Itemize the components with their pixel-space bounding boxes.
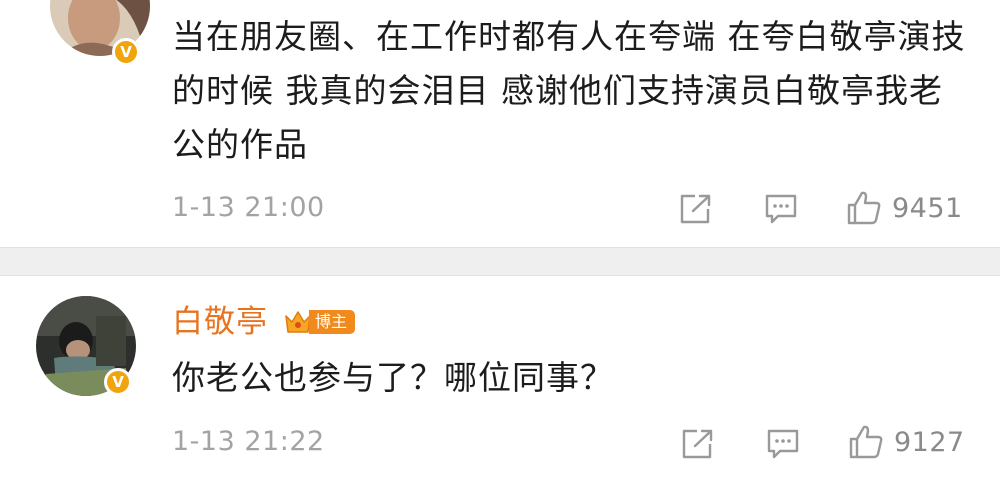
- share-icon: [682, 429, 713, 459]
- avatar[interactable]: V: [36, 296, 136, 396]
- blogger-tag-label: 博主: [309, 310, 356, 334]
- comment-button[interactable]: [766, 428, 800, 460]
- comment-text: 你老公也参与了？哪位同事？: [172, 358, 614, 397]
- comment-timestamp: 1-13 21:00: [172, 192, 325, 223]
- verified-badge-icon: V: [104, 368, 132, 396]
- share-icon: [680, 194, 711, 224]
- verified-badge-icon: V: [112, 38, 140, 66]
- avatar[interactable]: V: [50, 0, 150, 66]
- share-button[interactable]: [679, 193, 713, 225]
- comment-icon: [765, 194, 797, 224]
- like-count: 9451: [892, 192, 963, 224]
- comment-username[interactable]: 白敬亭: [172, 296, 268, 341]
- comment-item: V 当在朋友圈、在工作时都有人在夸端 在夸白敬亭演技的时候 我真的会泪目 感谢他…: [0, 0, 1000, 247]
- comment-text: 当在朋友圈、在工作时都有人在夸端 在夸白敬亭演技的时候 我真的会泪目 感谢他们支…: [172, 17, 966, 164]
- blogger-tag: 博主: [283, 308, 356, 336]
- comment-icon: [767, 429, 799, 459]
- share-button[interactable]: [681, 428, 715, 460]
- comment-button[interactable]: [764, 193, 798, 225]
- like-button[interactable]: 9127: [848, 424, 965, 460]
- like-count: 9127: [894, 426, 965, 458]
- thumbs-up-icon: [847, 191, 881, 225]
- like-button[interactable]: 9451: [846, 190, 963, 226]
- thumbs-up-icon: [849, 425, 883, 459]
- comment-divider: [0, 247, 1000, 276]
- comment-timestamp: 1-13 21:22: [172, 426, 325, 457]
